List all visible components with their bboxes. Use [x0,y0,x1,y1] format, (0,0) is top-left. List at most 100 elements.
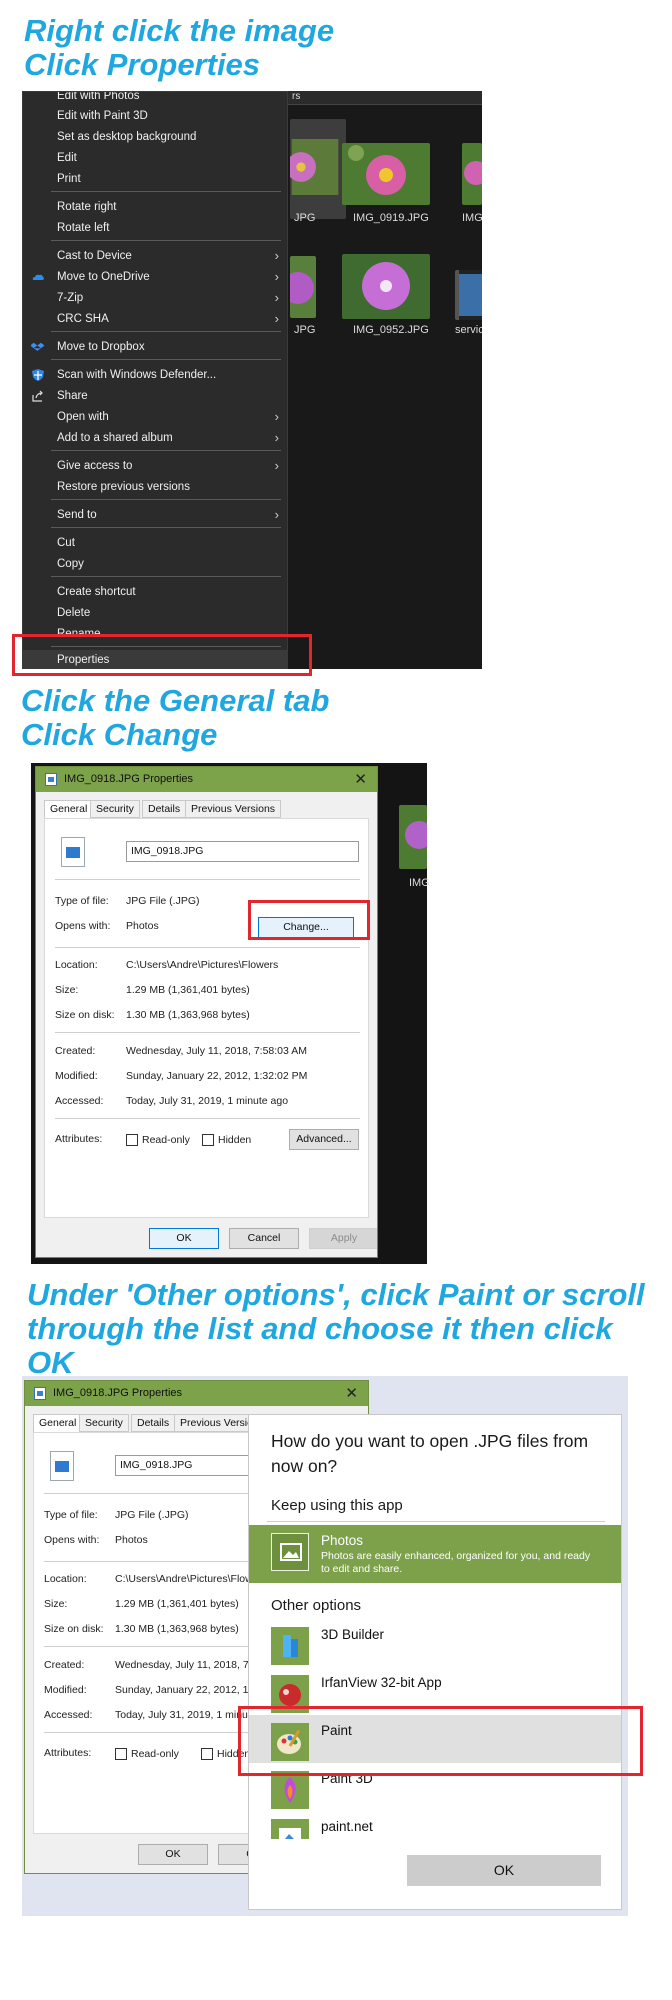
filename-field[interactable]: IMG_0918.JPG [126,841,359,862]
menu-separator [51,527,281,528]
menu-share[interactable]: Share [23,386,287,406]
cancel-button[interactable]: Cancel [229,1228,299,1249]
step3-heading-line3: OK [27,1345,74,1380]
thumbnail-service[interactable] [455,270,482,320]
menu-item-label: Set as desktop background [57,131,197,143]
menu-open-with[interactable]: Open with › [23,407,287,427]
menu-item-label: Edit with Paint 3D [57,110,148,122]
readonly-label: Read-only [131,1748,179,1760]
thumbnail-img-0919[interactable] [342,143,430,205]
divider [267,1521,605,1522]
menu-item-label: Move to Dropbox [57,341,145,353]
app-description: Photos are easily enhanced, organized fo… [321,1550,591,1575]
chevron-right-icon: › [274,409,279,424]
app-name: paint.net [321,1819,373,1834]
thumbnail-img-0952[interactable] [342,254,430,319]
menu-set-desktop-background[interactable]: Set as desktop background [23,127,287,147]
menu-cast-to-device[interactable]: Cast to Device › [23,246,287,266]
menu-edit[interactable]: Edit [23,148,287,168]
properties-dialog: IMG_0918.JPG Properties ✕ General Securi… [35,766,378,1258]
thumbnail-img-partial[interactable] [462,143,482,205]
tab-details[interactable]: Details [131,1414,176,1432]
explorer-breadcrumb: rs [292,91,301,102]
ok-button[interactable]: OK [149,1228,219,1249]
menu-edit-with-photos[interactable]: Edit with Photos [23,91,287,106]
dialog-title: IMG_0918.JPG Properties [64,773,194,785]
chevron-right-icon: › [274,311,279,326]
size-label: Size: [55,984,79,996]
modified-value: Sunday, January 22, 2012, 1:32:02 PM [126,1070,308,1082]
app-photos[interactable]: Photos Photos are easily enhanced, organ… [249,1525,621,1583]
readonly-label: Read-only [142,1134,190,1146]
menu-rotate-left[interactable]: Rotate left [23,218,287,238]
menu-item-label: Edit with Photos [57,91,140,102]
tab-security[interactable]: Security [79,1414,129,1432]
tab-general[interactable]: General [44,800,94,819]
paint3d-icon [271,1771,309,1809]
accessed-value: Today, July 31, 2019, 1 minute ago [126,1095,289,1107]
apply-button[interactable]: Apply [309,1228,377,1249]
divider [55,1032,360,1033]
thumbnail-left-2[interactable] [290,256,316,318]
menu-copy[interactable]: Copy [23,554,287,574]
tab-details[interactable]: Details [142,800,187,818]
step2-heading-line2: Click Change [21,717,218,752]
menu-scan-defender[interactable]: Scan with Windows Defender... [23,365,287,385]
menu-rotate-right[interactable]: Rotate right [23,197,287,217]
tab-general[interactable]: General [33,1414,83,1433]
tab-previous-versions[interactable]: Previous Versions [185,800,282,818]
menu-separator [51,499,281,500]
menu-print[interactable]: Print [23,169,287,189]
menu-restore-versions[interactable]: Restore previous versions [23,477,287,497]
menu-move-to-dropbox[interactable]: Move to Dropbox [23,337,287,357]
thumbnail-label: IMG [462,212,482,224]
menu-move-to-onedrive[interactable]: Move to OneDrive › [23,267,287,287]
opens-with-label: Opens with: [44,1534,100,1546]
step1-heading: Right click the image Click Properties [24,14,334,82]
tab-security[interactable]: Security [90,800,140,818]
app-paint-net[interactable]: paint.net [249,1811,621,1839]
size-value: 1.29 MB (1,361,401 bytes) [115,1598,239,1610]
step2-heading: Click the General tab Click Change [21,684,329,752]
flower-image [462,143,482,205]
ok-button[interactable]: OK [138,1844,208,1865]
menu-item-label: Cast to Device [57,250,132,262]
close-icon[interactable]: ✕ [354,767,367,792]
accessed-value: Today, July 31, 2019, 1 minut [115,1709,251,1721]
close-icon[interactable]: ✕ [345,1381,358,1406]
app-name: 3D Builder [321,1627,385,1642]
accessed-label: Accessed: [44,1709,93,1721]
menu-item-label: Scan with Windows Defender... [57,369,217,381]
flower-image [290,139,339,195]
menu-crc-sha[interactable]: CRC SHA › [23,309,287,329]
hidden-checkbox[interactable] [202,1134,214,1146]
app-3d-builder[interactable]: 3D Builder [249,1619,621,1667]
advanced-button[interactable]: Advanced... [289,1129,359,1150]
menu-item-label: Cut [57,537,75,549]
menu-cut[interactable]: Cut [23,533,287,553]
menu-item-label: Rotate left [57,222,110,234]
menu-7zip[interactable]: 7-Zip › [23,288,287,308]
thumbnail-label: IMG_0919.JPG [353,212,429,224]
hidden-label: Hidden [218,1134,252,1146]
step3-heading-line2: through the list and choose it then clic… [27,1311,613,1346]
menu-add-shared-album[interactable]: Add to a shared album › [23,428,287,448]
chevron-right-icon: › [274,248,279,263]
picker-ok-button[interactable]: OK [407,1855,601,1886]
menu-send-to[interactable]: Send to › [23,505,287,525]
flower-image [342,254,430,319]
thumbnail-selected[interactable] [290,119,346,219]
readonly-checkbox[interactable] [126,1134,138,1146]
size-on-disk-value: 1.30 MB (1,363,968 bytes) [126,1009,250,1021]
opens-with-value: Photos [115,1534,148,1546]
general-pane: IMG_0918.JPG Type of file: JPG File (.JP… [44,818,369,1218]
menu-give-access[interactable]: Give access to › [23,456,287,476]
menu-edit-with-paint3d[interactable]: Edit with Paint 3D [23,106,287,126]
hidden-checkbox[interactable] [201,1748,213,1760]
menu-item-label: 7-Zip [57,292,84,304]
created-value: Wednesday, July 11, 2018, 7:5 [115,1659,258,1671]
menu-delete[interactable]: Delete [23,603,287,623]
readonly-checkbox[interactable] [115,1748,127,1760]
menu-create-shortcut[interactable]: Create shortcut [23,582,287,602]
thumbnail-partial[interactable] [399,805,427,869]
